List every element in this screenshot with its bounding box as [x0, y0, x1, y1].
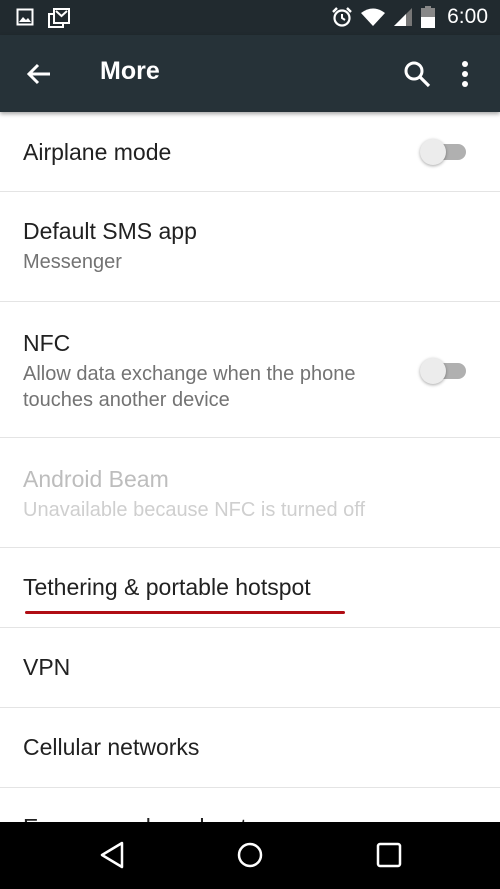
search-icon[interactable]	[402, 59, 432, 89]
clock: 6:00	[447, 5, 488, 28]
app-bar: More	[0, 35, 500, 112]
gmail-notification-icon	[48, 8, 70, 28]
setting-title: Android Beam	[23, 466, 169, 492]
nav-recents-icon[interactable]	[374, 840, 404, 870]
highlight-underline	[25, 611, 345, 614]
setting-nfc[interactable]: NFC Allow data exchange when the phone t…	[0, 302, 500, 438]
cell-signal-icon	[394, 8, 413, 26]
setting-default-sms-app[interactable]: Default SMS app Messenger	[0, 192, 500, 302]
battery-icon	[421, 6, 436, 28]
subtitle-line: Allow data exchange when the phone	[23, 363, 356, 385]
setting-airplane-mode[interactable]: Airplane mode	[0, 112, 500, 192]
setting-title: NFC	[23, 330, 71, 356]
setting-cellular-networks[interactable]: Cellular networks	[0, 708, 500, 788]
nfc-toggle[interactable]	[420, 358, 468, 384]
navigation-bar	[0, 822, 500, 889]
subtitle-line: touches another device	[23, 389, 230, 411]
nav-back-icon[interactable]	[97, 840, 127, 870]
setting-title: Airplane mode	[23, 139, 172, 165]
settings-list: Airplane mode Default SMS app Messenger …	[0, 112, 500, 868]
image-notification-icon	[16, 8, 34, 26]
more-vert-icon[interactable]	[455, 59, 475, 89]
setting-subtitle: Allow data exchange when the phone touch…	[23, 361, 477, 413]
setting-title: VPN	[23, 654, 71, 680]
page-title: More	[100, 57, 160, 85]
status-bar: 6:00	[0, 0, 500, 35]
setting-tethering-hotspot[interactable]: Tethering & portable hotspot	[0, 548, 500, 628]
arrow-back-icon[interactable]	[24, 59, 54, 89]
airplane-mode-toggle[interactable]	[420, 139, 468, 165]
setting-title: Cellular networks	[23, 734, 200, 760]
wifi-icon	[361, 8, 386, 26]
setting-title: Default SMS app	[23, 218, 197, 244]
alarm-icon	[332, 7, 352, 27]
setting-title: Tethering & portable hotspot	[23, 574, 311, 600]
setting-subtitle: Unavailable because NFC is turned off	[23, 499, 366, 521]
setting-vpn[interactable]: VPN	[0, 628, 500, 708]
setting-android-beam: Android Beam Unavailable because NFC is …	[0, 438, 500, 548]
nav-home-icon[interactable]	[235, 840, 265, 870]
setting-subtitle: Messenger	[23, 251, 122, 273]
